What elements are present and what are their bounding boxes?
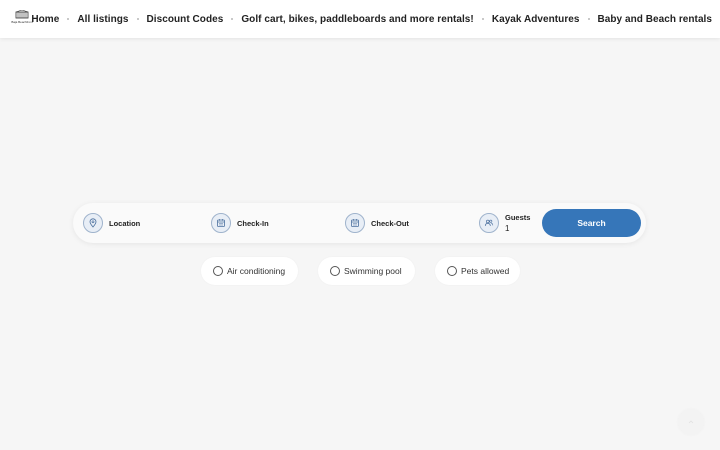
nav-all-listings[interactable]: All listings [77,14,128,25]
amenity-label: Air conditioning [227,266,286,276]
search-button[interactable]: Search [542,209,641,237]
amenity-label: Swimming pool [344,266,402,276]
guests-value[interactable]: 1 [505,224,530,233]
map-pin-icon [83,213,103,233]
main-nav: Home All listings Discount Codes Golf ca… [31,0,712,38]
nav-separator [231,18,234,20]
amenity-pets-allowed[interactable]: Pets allowed [435,257,520,285]
guests-text: Guests 1 [505,213,530,233]
checkout-field[interactable]: Check-Out [345,203,409,243]
site-header: Baja Beachfront Home All listings Discou… [0,0,720,38]
chevron-up-icon [688,420,694,424]
search-bar: Location Check-In Check-Out Guests 1 Sea… [73,203,646,243]
nav-separator [587,18,590,20]
nav-home[interactable]: Home [31,14,59,25]
nav-rentals[interactable]: Golf cart, bikes, paddleboards and more … [241,14,473,25]
checkin-field[interactable]: Check-In [211,203,269,243]
calendar-icon [211,213,231,233]
floating-action-button[interactable] [678,409,704,435]
logo-icon [15,10,29,19]
calendar-icon [345,213,365,233]
nav-kayak-adventures[interactable]: Kayak Adventures [492,14,580,25]
amenity-air-conditioning[interactable]: Air conditioning [201,257,298,285]
checkout-label: Check-Out [371,218,409,228]
checkin-label: Check-In [237,218,269,228]
nav-separator [136,18,139,20]
radio-button[interactable] [330,266,340,276]
logo-text: Baja Beachfront [11,20,33,24]
nav-discount-codes[interactable]: Discount Codes [147,14,224,25]
guests-field[interactable]: Guests 1 [479,203,530,243]
radio-button[interactable] [447,266,457,276]
location-field[interactable]: Location [83,203,140,243]
amenity-label: Pets allowed [461,266,510,276]
nav-separator [481,18,484,20]
guests-label: Guests [505,213,531,222]
location-label: Location [109,218,141,228]
nav-baby-beach-rentals[interactable]: Baby and Beach rentals [598,14,712,25]
radio-button[interactable] [213,266,223,276]
nav-separator [67,18,70,20]
amenity-swimming-pool[interactable]: Swimming pool [318,257,415,285]
users-icon [479,213,499,233]
